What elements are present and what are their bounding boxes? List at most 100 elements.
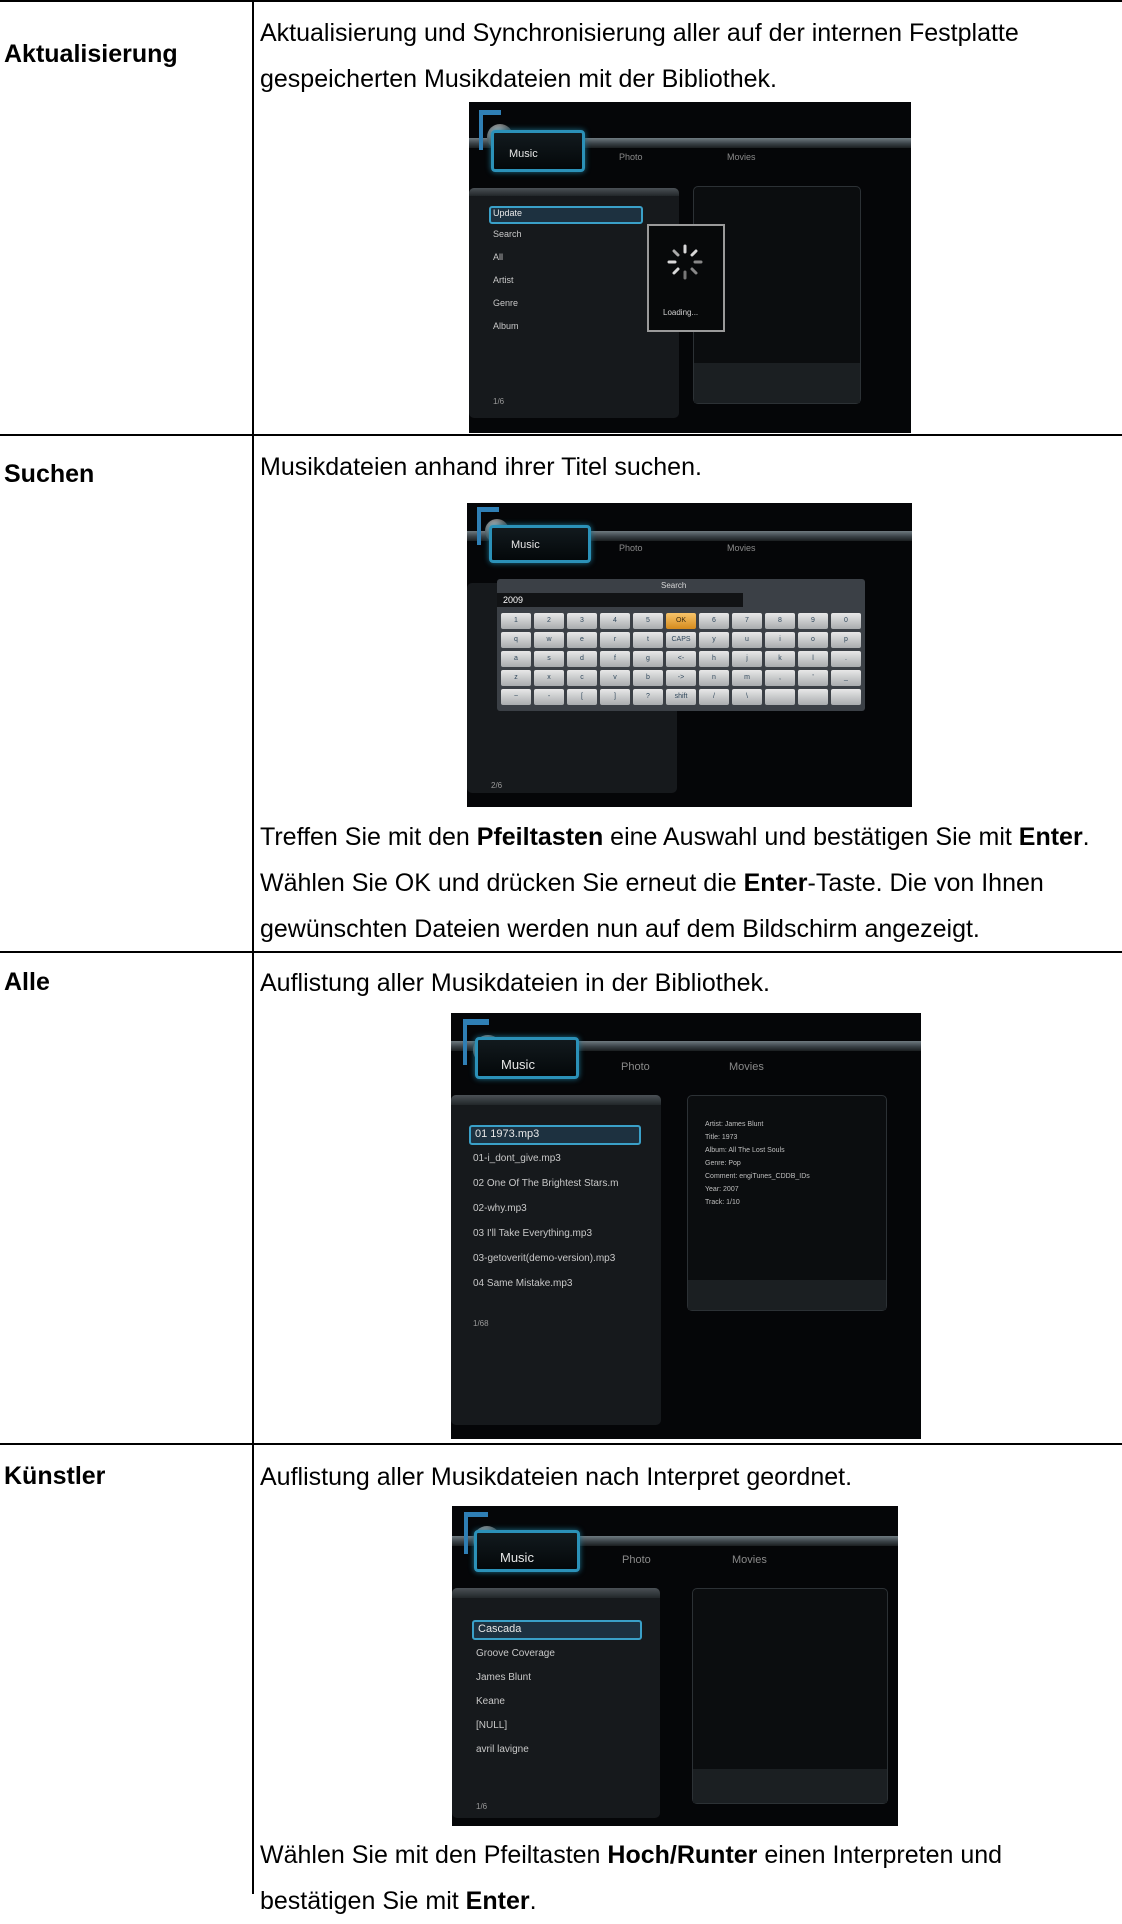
keyboard-key[interactable]: q xyxy=(501,632,531,648)
keyboard-key[interactable]: c xyxy=(567,670,597,686)
tab-movies[interactable]: Movies xyxy=(727,152,756,162)
keyboard-key[interactable]: \ xyxy=(732,689,762,705)
keyboard-key[interactable]: , xyxy=(765,670,795,686)
keyboard-key[interactable]: y xyxy=(699,632,729,648)
row-divider xyxy=(0,1443,1122,1445)
menu-item-album[interactable]: Album xyxy=(493,321,519,331)
tab-photo[interactable]: Photo xyxy=(622,1554,651,1566)
instruction-text: eine Auswahl und bestätigen Sie mit xyxy=(603,823,1019,851)
keyboard-key[interactable]: 5 xyxy=(633,613,663,629)
keyboard-key[interactable]: s xyxy=(534,651,564,667)
page-counter: 1/6 xyxy=(476,1802,488,1811)
artist-item[interactable]: Keane xyxy=(476,1696,505,1707)
keyboard-key[interactable]: k xyxy=(765,651,795,667)
keyboard-key[interactable]: g xyxy=(633,651,663,667)
keyboard-key[interactable]: / xyxy=(699,689,729,705)
instruction-bold: Enter xyxy=(1018,823,1083,851)
keyboard-key[interactable]: v xyxy=(600,670,630,686)
keyboard-key[interactable] xyxy=(765,689,795,705)
file-item: 01 1973.mp3 xyxy=(475,1128,540,1140)
keyboard-key[interactable]: . xyxy=(831,651,861,667)
file-item[interactable]: 02-why.mp3 xyxy=(473,1203,527,1214)
artist-item[interactable]: [NULL] xyxy=(476,1720,507,1731)
artist-item[interactable]: avril lavigne xyxy=(476,1744,529,1755)
keyboard-key[interactable]: f xyxy=(600,651,630,667)
keyboard-key[interactable]: 0 xyxy=(831,613,861,629)
keyboard-key[interactable]: 2 xyxy=(534,613,564,629)
keyboard-key[interactable] xyxy=(798,689,828,705)
keyboard-key[interactable]: p xyxy=(831,632,861,648)
artist-item[interactable]: Groove Coverage xyxy=(476,1648,555,1659)
tab-music[interactable] xyxy=(491,130,585,172)
keyboard-key[interactable]: m xyxy=(732,670,762,686)
keyboard-key[interactable]: w xyxy=(534,632,564,648)
keyboard-key[interactable]: 8 xyxy=(765,613,795,629)
keyboard-key[interactable]: n xyxy=(699,670,729,686)
keyboard-key[interactable]: OK xyxy=(666,613,696,629)
keyboard-key[interactable]: - xyxy=(534,689,564,705)
loading-text: Loading... xyxy=(663,308,699,317)
screenshot-update: Music Photo Movies Update Search All Art… xyxy=(469,102,911,433)
tab-music-label: Music xyxy=(500,1550,534,1565)
file-item[interactable]: 04 Same Mistake.mp3 xyxy=(473,1278,573,1289)
keyboard-key[interactable]: [ xyxy=(567,689,597,705)
keyboard-key[interactable]: i xyxy=(765,632,795,648)
keyboard-title: Search xyxy=(661,581,687,590)
menu-item-search[interactable]: Search xyxy=(493,229,522,239)
file-item[interactable]: 03 I'll Take Everything.mp3 xyxy=(473,1228,592,1239)
keyboard-key[interactable]: d xyxy=(567,651,597,667)
tab-movies[interactable]: Movies xyxy=(727,543,756,553)
keyboard-key[interactable]: o xyxy=(798,632,828,648)
instruction-text: Wählen Sie mit den Pfeiltasten xyxy=(260,1841,608,1869)
tab-music-label: Music xyxy=(511,539,540,551)
keyboard-key[interactable]: t xyxy=(633,632,663,648)
keyboard-key[interactable]: x xyxy=(534,670,564,686)
tab-music[interactable] xyxy=(489,525,591,563)
tab-photo[interactable]: Photo xyxy=(619,152,643,162)
instruction-bold: Hoch/Runter xyxy=(607,1841,758,1869)
keyboard-key[interactable]: 4 xyxy=(600,613,630,629)
keyboard-key[interactable]: l xyxy=(798,651,828,667)
tab-movies[interactable]: Movies xyxy=(732,1554,767,1566)
screenshot-search: Music Photo Movies 2/6 Search 2009 12345… xyxy=(467,503,912,807)
file-item-selected[interactable]: 01 1973.mp3 xyxy=(469,1125,641,1145)
keyboard-key[interactable]: 7 xyxy=(732,613,762,629)
keyboard-key[interactable]: z xyxy=(501,670,531,686)
keyboard-key[interactable] xyxy=(831,689,861,705)
menu-item-all[interactable]: All xyxy=(493,252,503,262)
keyboard-key[interactable]: ] xyxy=(600,689,630,705)
file-item[interactable]: 01-i_dont_give.mp3 xyxy=(473,1153,561,1164)
search-input[interactable]: 2009 xyxy=(497,593,743,607)
keyboard-key[interactable]: _ xyxy=(831,670,861,686)
tab-photo[interactable]: Photo xyxy=(621,1061,650,1073)
keyboard-key[interactable]: ? xyxy=(633,689,663,705)
artist-item[interactable]: James Blunt xyxy=(476,1672,531,1683)
keyboard-key[interactable]: e xyxy=(567,632,597,648)
file-item[interactable]: 03-getoverit(demo-version).mp3 xyxy=(473,1253,615,1264)
keyboard-key[interactable]: ~ xyxy=(501,689,531,705)
tab-movies[interactable]: Movies xyxy=(729,1061,764,1073)
file-item[interactable]: 02 One Of The Brightest Stars.m xyxy=(473,1178,618,1189)
keyboard-key[interactable]: <- xyxy=(666,651,696,667)
keyboard-key[interactable]: a xyxy=(501,651,531,667)
menu-item-artist[interactable]: Artist xyxy=(493,275,514,285)
row-label: Suchen xyxy=(4,460,95,488)
keyboard-key[interactable]: j xyxy=(732,651,762,667)
keyboard-key[interactable]: shift xyxy=(666,689,696,705)
keyboard-key[interactable]: b xyxy=(633,670,663,686)
loading-dialog: Loading... xyxy=(647,224,725,332)
keyboard-key[interactable]: 6 xyxy=(699,613,729,629)
keyboard-key[interactable]: h xyxy=(699,651,729,667)
tab-photo[interactable]: Photo xyxy=(619,543,643,553)
keyboard-key[interactable]: u xyxy=(732,632,762,648)
keyboard-key[interactable]: r xyxy=(600,632,630,648)
keyboard-key[interactable]: 3 xyxy=(567,613,597,629)
keyboard-key[interactable]: ' xyxy=(798,670,828,686)
menu-item-genre[interactable]: Genre xyxy=(493,298,518,308)
keyboard-key[interactable]: 9 xyxy=(798,613,828,629)
artist-item-selected[interactable]: Cascada xyxy=(472,1620,642,1640)
menu-item-selected[interactable]: Update xyxy=(489,206,643,224)
keyboard-key[interactable]: 1 xyxy=(501,613,531,629)
keyboard-key[interactable]: -> xyxy=(666,670,696,686)
keyboard-key[interactable]: CAPS xyxy=(666,632,696,648)
